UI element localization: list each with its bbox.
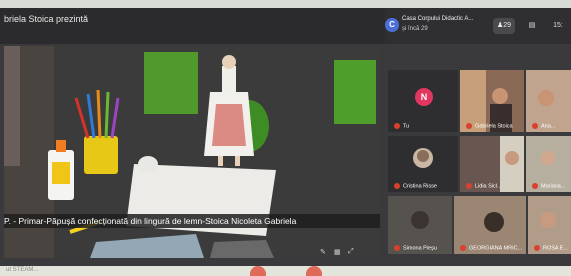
presentation-caption: P. - Primar-Păpușă confecționată din lin… xyxy=(4,214,380,228)
meeting-logo-icon: C xyxy=(385,18,399,32)
meeting-header: C Casa Corpului Didactic A... și încă 29… xyxy=(385,8,571,44)
leave-button[interactable] xyxy=(250,266,266,276)
participant-name: Cristina Risse xyxy=(394,182,437,189)
participant-name: ROSA E... xyxy=(534,244,568,251)
participant-tile[interactable]: N Tu xyxy=(388,70,458,132)
mic-muted-icon xyxy=(394,244,400,251)
mic-muted-icon xyxy=(394,122,400,129)
bottom-bar: ut STEAM... xyxy=(0,266,571,276)
participant-tile[interactable]: Simona Pieșu xyxy=(388,196,452,254)
meeting-window: briela Stoica prezintă C Casa Corpului D… xyxy=(0,8,571,266)
people-count: 29 xyxy=(503,22,512,29)
clock-label: 15: xyxy=(553,22,563,29)
grid-icon[interactable]: ▦ xyxy=(334,248,341,256)
pen-icon[interactable]: ✎ xyxy=(320,248,326,256)
participant-tile[interactable]: ROSA E... xyxy=(528,196,571,254)
mic-muted-icon xyxy=(534,244,540,251)
people-button[interactable]: ♟29 xyxy=(493,18,515,34)
presenter-label: briela Stoica prezintă xyxy=(4,14,89,24)
fullscreen-icon[interactable]: ⤢ xyxy=(348,248,354,256)
mic-muted-icon xyxy=(466,122,472,129)
participant-tile[interactable]: Lidia Sicl... xyxy=(460,136,524,192)
participant-name: Tu xyxy=(394,122,409,129)
mic-muted-icon xyxy=(466,182,472,189)
bottom-text: ut STEAM... xyxy=(6,267,39,273)
mic-muted-icon xyxy=(532,122,538,129)
participant-name: Gabriela Stoica xyxy=(466,122,513,129)
participant-name: Mariana... xyxy=(532,182,565,189)
participant-name: Lidia Sicl... xyxy=(466,182,502,189)
participant-tile[interactable]: Gabriela Stoica xyxy=(460,70,524,132)
participant-tile[interactable]: GEORGIANA MRIC... xyxy=(454,196,526,254)
mute-button[interactable] xyxy=(306,266,322,276)
presenter-bar: briela Stoica prezintă xyxy=(0,8,385,44)
participant-tile[interactable]: Cristina Risse xyxy=(388,136,458,192)
meeting-subtitle: și încă 29 xyxy=(402,26,428,32)
participant-name: Simona Pieșu xyxy=(394,244,437,251)
chat-button[interactable]: ▤ xyxy=(523,18,541,34)
shared-presentation[interactable]: P. - Primar-Păpușă confecționată din lin… xyxy=(4,46,380,258)
meeting-title[interactable]: Casa Corpului Didactic A... xyxy=(402,16,497,22)
participant-tile[interactable]: Ana... xyxy=(526,70,571,132)
mic-muted-icon xyxy=(460,244,466,251)
avatar: N xyxy=(415,88,433,106)
mic-muted-icon xyxy=(394,182,400,189)
mic-muted-icon xyxy=(532,182,538,189)
participant-tile[interactable]: Mariana... xyxy=(526,136,571,192)
chat-icon: ▤ xyxy=(528,22,536,29)
participant-name: GEORGIANA MRIC... xyxy=(460,244,522,251)
participant-name: Ana... xyxy=(532,122,555,129)
